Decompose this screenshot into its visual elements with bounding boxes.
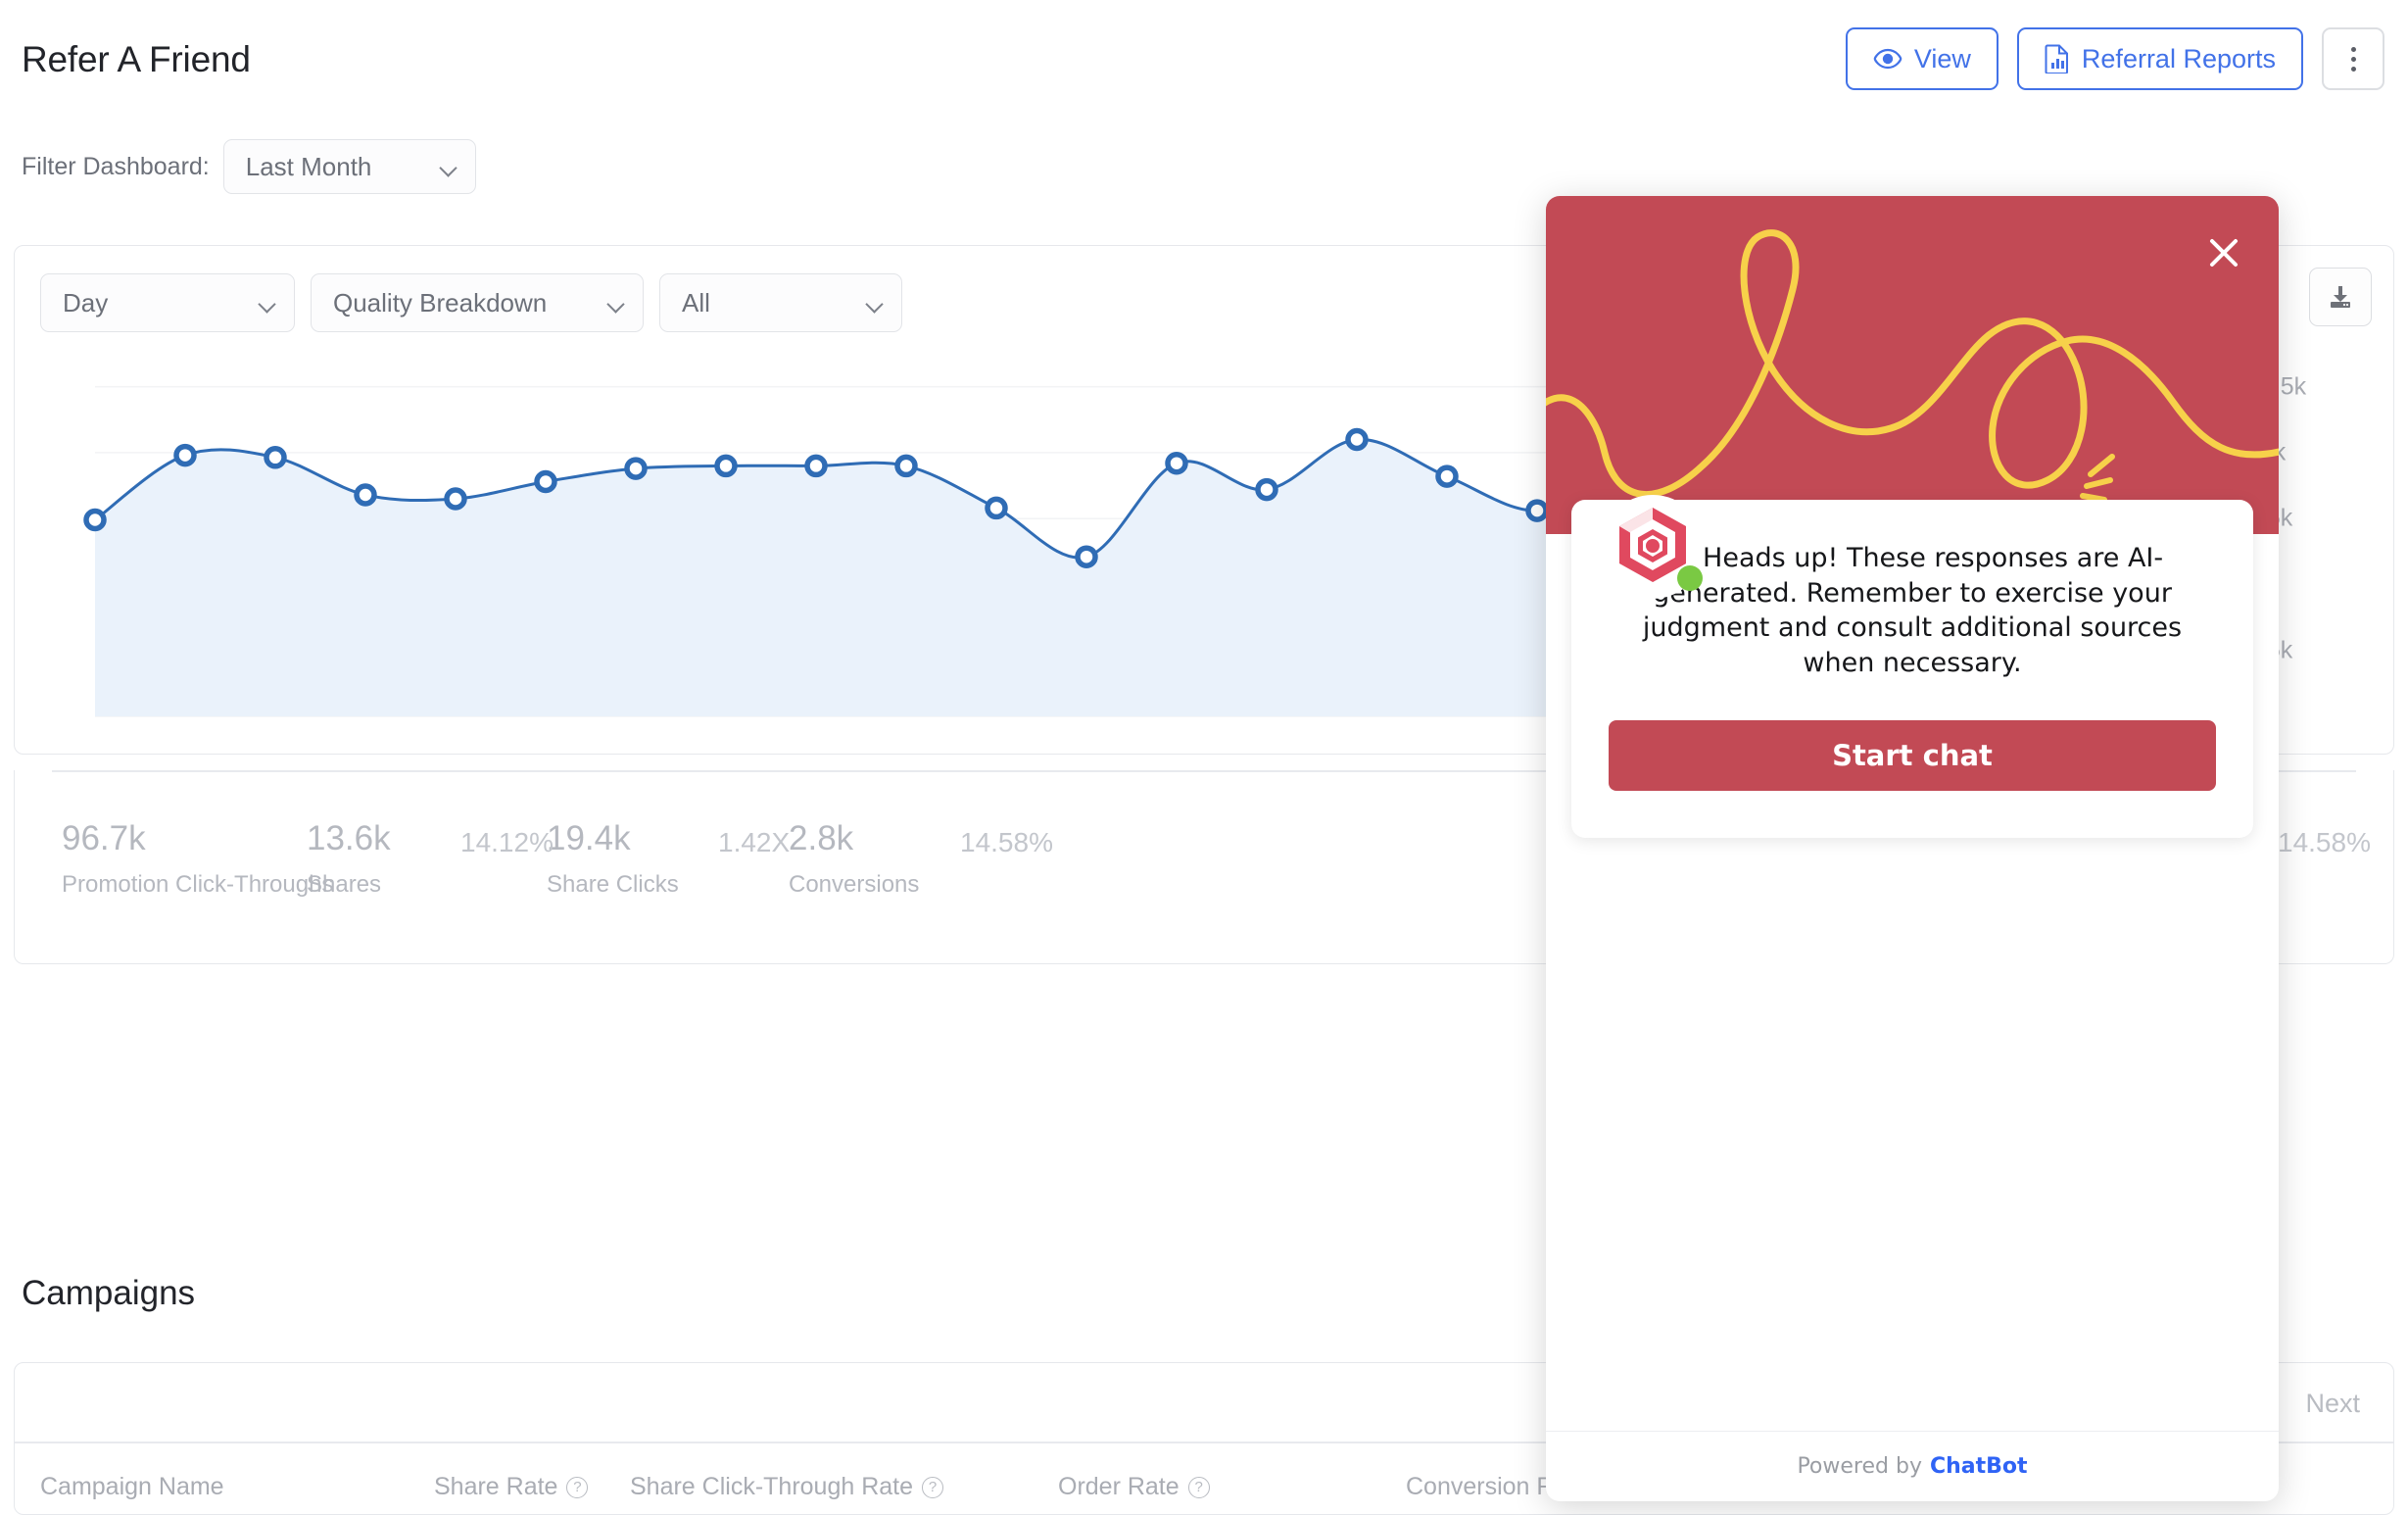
dashboard-root: Refer A Friend View Referral Reports Fil…	[0, 0, 2408, 1515]
filter-dashboard-row: Filter Dashboard: Last Month	[22, 139, 476, 194]
table-column-header[interactable]: Share Click-Through Rate?	[630, 1473, 944, 1501]
kpi-label: Promotion Click-Throughs	[62, 871, 334, 898]
chat-close-button[interactable]	[2202, 231, 2245, 274]
kpi-metric: 96.7k Promotion Click-Throughs	[62, 821, 333, 899]
granularity-select[interactable]: Day	[40, 273, 295, 332]
document-chart-icon	[2045, 44, 2070, 73]
chat-footer-brand[interactable]: ChatBot	[1930, 1454, 2028, 1479]
start-chat-button[interactable]: Start chat	[1609, 719, 2216, 791]
breakdown-value: Quality Breakdown	[333, 287, 548, 318]
online-status-dot	[1677, 565, 1703, 591]
more-options-button[interactable]	[2322, 27, 2384, 90]
table-column-header[interactable]: Share Rate?	[434, 1473, 589, 1501]
scope-value: All	[682, 287, 710, 318]
question-circle-icon[interactable]: ?	[1187, 1476, 1210, 1498]
chat-footer: Powered by ChatBot	[1546, 1431, 2279, 1501]
chat-hero	[1546, 196, 2279, 534]
table-column-label: Share Click-Through Rate	[630, 1473, 914, 1500]
chat-widget: Extole Bot Online 🤖 Heads up! These resp…	[1546, 196, 2279, 1501]
chevron-down-icon	[608, 298, 625, 308]
question-circle-icon[interactable]: ?	[566, 1476, 589, 1498]
more-vertical-icon	[2350, 56, 2356, 62]
question-circle-icon[interactable]: ?	[922, 1476, 944, 1498]
kpi-ratio: 14.58%	[960, 827, 1053, 857]
kpi-value: 2.8k	[789, 819, 854, 857]
kpi-metric: 2.8k Conversions	[789, 821, 919, 899]
more-vertical-icon	[2350, 46, 2356, 52]
chart-controls: Day Quality Breakdown All	[40, 273, 902, 332]
page-header: Refer A Friend View Referral Reports	[0, 0, 2408, 118]
scope-select[interactable]: All	[659, 273, 902, 332]
header-actions: View Referral Reports	[1845, 27, 2384, 90]
kpi-value: 19.4k	[547, 819, 631, 857]
download-button[interactable]	[2309, 268, 2372, 326]
table-column-label: Campaign Name	[40, 1473, 224, 1500]
kpi-metric: 13.6k Shares	[307, 821, 391, 899]
chevron-down-icon	[867, 298, 884, 308]
kpi-metric: 19.4k Share Clicks	[547, 821, 679, 899]
kpi-ratio: 14.58%	[2278, 827, 2371, 857]
view-button-label: View	[1913, 43, 1971, 73]
eye-icon	[1873, 48, 1902, 70]
more-vertical-icon	[2350, 66, 2356, 72]
pagination-next[interactable]: Next	[2305, 1389, 2360, 1419]
table-column-header[interactable]: Order Rate?	[1058, 1473, 1210, 1501]
chat-footer-prefix: Powered by	[1797, 1454, 1922, 1479]
kpi-value: 13.6k	[307, 819, 391, 857]
page-title: Refer A Friend	[22, 39, 251, 79]
filter-dashboard-label: Filter Dashboard:	[22, 152, 210, 180]
chevron-down-icon	[260, 298, 276, 308]
campaigns-title: Campaigns	[22, 1274, 196, 1312]
download-icon	[2326, 282, 2355, 312]
squiggle-decoration	[1546, 229, 2279, 503]
view-button[interactable]: View	[1845, 27, 1999, 90]
kpi-label: Shares	[307, 871, 382, 898]
kpi-label: Share Clicks	[547, 871, 679, 898]
table-column-header[interactable]: Campaign Name	[40, 1473, 224, 1501]
kpi-label: Conversions	[789, 871, 920, 898]
table-column-label: Share Rate	[434, 1473, 558, 1500]
kpi-ratio: 14.12%	[460, 827, 554, 857]
referral-reports-label: Referral Reports	[2081, 43, 2276, 73]
filter-dashboard-value: Last Month	[245, 151, 372, 181]
avatar	[1601, 495, 1705, 599]
referral-reports-button[interactable]: Referral Reports	[2016, 27, 2303, 90]
breakdown-select[interactable]: Quality Breakdown	[311, 273, 644, 332]
chevron-down-icon	[441, 162, 458, 171]
filter-dashboard-select[interactable]: Last Month	[222, 139, 476, 194]
kpi-value: 96.7k	[62, 819, 146, 857]
kpi-ratio: 1.42X	[718, 827, 791, 857]
granularity-value: Day	[63, 287, 109, 318]
table-column-label: Order Rate	[1058, 1473, 1180, 1500]
